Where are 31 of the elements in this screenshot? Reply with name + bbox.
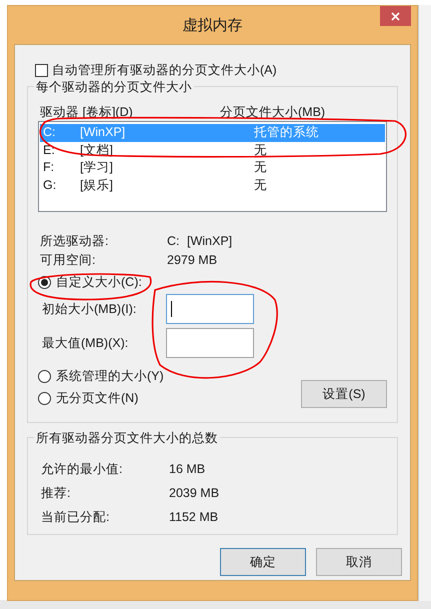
dialog-button[interactable]: 取消 <box>316 548 402 576</box>
info-value: [WinXP] <box>187 233 232 250</box>
field-label: 最大值(MB)(X): <box>41 334 130 352</box>
close-button[interactable] <box>380 6 411 26</box>
list-row[interactable]: F: [学习] 无 <box>40 159 385 176</box>
field-label: 初始大小(MB)(I): <box>41 300 138 318</box>
radio-button[interactable] <box>38 370 51 382</box>
info-value: 1152 MB <box>169 508 218 526</box>
column-header: 分页文件大小(MB) <box>220 104 326 121</box>
radio-label: 系统管理的大小(Y) <box>56 368 164 385</box>
info-label: 所选驱动器: <box>40 233 110 250</box>
info-value: C: <box>167 233 180 250</box>
info-value: 16 MB <box>169 460 206 478</box>
info-value: 2039 MB <box>169 484 220 502</box>
checkbox-label: 自动管理所有驱动器的分页文件大小(A) <box>52 62 277 79</box>
dialog-button[interactable]: 确定 <box>220 548 306 576</box>
info-label: 允许的最小值: <box>41 460 124 478</box>
list-row[interactable]: G: [娱乐] 无 <box>40 176 385 194</box>
input-field[interactable] <box>166 328 254 358</box>
info-value: 2979 MB <box>167 252 218 270</box>
set-button[interactable]: 设置(S) <box>301 380 387 408</box>
close-icon <box>391 12 400 20</box>
radio-button[interactable] <box>38 392 51 404</box>
checkbox[interactable] <box>35 64 48 76</box>
radio-label: 无分页文件(N) <box>56 390 138 407</box>
input-field[interactable] <box>166 294 254 324</box>
info-label: 推荐: <box>41 484 72 502</box>
window-title: 虚拟内存 <box>182 16 242 36</box>
radio-label: 自定义大小(C): <box>56 274 142 291</box>
info-label: 当前已分配: <box>41 508 110 526</box>
info-label: 可用空间: <box>40 252 96 270</box>
